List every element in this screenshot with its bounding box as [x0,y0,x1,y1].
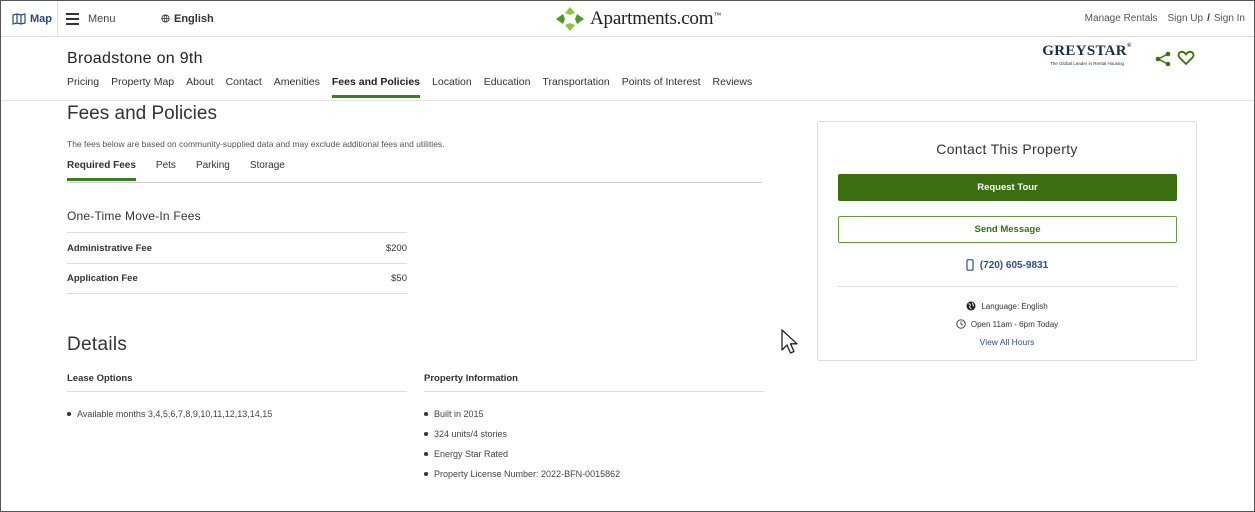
sign-in-link[interactable]: Sign In [1214,13,1245,24]
fee-value: $50 [391,273,407,284]
globe-icon [966,301,976,311]
request-tour-button[interactable]: Request Tour [838,174,1177,201]
manage-rentals-link[interactable]: Manage Rentals [1085,13,1158,24]
view-all-hours-link[interactable]: View All Hours [818,337,1196,347]
contact-panel: Contact This Property Request Tour Send … [817,121,1197,361]
language-text: Language: English [981,301,1048,311]
phone-icon [966,259,974,271]
fee-name: Application Fee [67,273,138,284]
fee-name: Administrative Fee [67,242,152,254]
map-label: Map [30,12,52,25]
list-item: Built in 2015 [424,404,764,424]
hours-info: Open 11am - 6pm Today [818,319,1196,329]
mouse-cursor-icon [781,329,798,354]
nav-item-fees-and-policies[interactable]: Fees and Policies [331,76,421,98]
share-icon[interactable] [1155,51,1171,67]
fee-tabs: Required Fees Pets Parking Storage [67,160,285,181]
apartments-logo-icon [556,7,584,31]
nav-item-transportation[interactable]: Transportation [542,76,609,98]
phone-link[interactable]: (720) 605-9831 [818,259,1196,271]
list-item: Energy Star Rated [424,444,764,464]
nav-item-pricing[interactable]: Pricing [67,76,99,98]
fees-description: The fees below are based on community-su… [67,139,445,149]
language-label: English [174,12,214,25]
brand-trademark: ® [1126,43,1132,49]
nav-item-location[interactable]: Location [432,76,472,98]
fees-title: Fees and Policies [67,103,217,124]
hours-text: Open 11am - 6pm Today [970,319,1059,329]
nav-item-property-map[interactable]: Property Map [111,76,174,98]
details-title: Details [67,334,128,355]
account-links: Manage Rentals Sign Up / Sign In [1085,0,1245,37]
property-info-heading: Property Information [424,373,764,392]
sign-up-link[interactable]: Sign Up [1168,13,1204,24]
nav-item-points-of-interest[interactable]: Points of Interest [622,76,701,98]
menu-label: Menu [88,12,116,25]
phone-number: (720) 605-9831 [979,259,1049,271]
fee-table: Administrative Fee $200 Application Fee … [67,232,407,294]
menu-button[interactable]: Menu [66,0,116,37]
fee-tabs-divider [67,182,762,183]
brand-tagline: The Global Leader in Rental Housing [1049,61,1125,66]
list-item: 324 units/4 stories [424,424,764,444]
map-button[interactable]: Map [8,0,58,37]
tab-pets[interactable]: Pets [156,160,176,181]
contact-divider [838,286,1177,287]
nav-item-about[interactable]: About [186,76,213,98]
separator: / [1207,13,1210,24]
clock-icon [956,319,966,329]
logo-text: Apartments.com [590,8,714,29]
greystar-logo[interactable]: GREYSTAR® The Global Leader in Rental Ho… [1041,43,1133,66]
tab-required-fees[interactable]: Required Fees [67,160,136,181]
site-logo[interactable]: Apartments.com ™ [555,6,721,32]
heart-icon[interactable] [1177,49,1195,67]
language-info: Language: English [818,301,1196,311]
header-divider [0,100,1255,101]
list-item: Property License Number: 2022-BFN-001586… [424,464,764,484]
property-nav: Pricing Property Map About Contact Amenities… [67,76,752,98]
brand-name: GREYSTAR [1042,43,1127,59]
property-information: Property Information Built in 2015 324 u… [424,373,764,484]
globe-icon [161,14,170,23]
hamburger-icon [66,12,79,25]
property-name: Broadstone on 9th [67,50,203,67]
nav-item-contact[interactable]: Contact [226,76,262,98]
language-button[interactable]: English [161,0,214,37]
lease-options: Lease Options Available months 3,4,5,6,7… [67,373,407,424]
logo-trademark: ™ [713,10,722,20]
nav-item-amenities[interactable]: Amenities [274,76,320,98]
lease-options-heading: Lease Options [67,373,407,392]
send-message-button[interactable]: Send Message [838,216,1177,243]
nav-item-education[interactable]: Education [484,76,531,98]
contact-title: Contact This Property [936,141,1078,157]
tab-parking[interactable]: Parking [196,160,230,181]
move-in-fees-title: One-Time Move-In Fees [67,209,201,223]
map-icon [12,12,26,25]
nav-item-reviews[interactable]: Reviews [713,76,753,98]
fee-value: $200 [385,242,407,254]
list-item: Available months 3,4,5,6,7,8,9,10,11,12,… [67,404,407,424]
fee-row: Administrative Fee $200 [67,232,407,263]
fee-row: Application Fee $50 [67,263,407,294]
tab-storage[interactable]: Storage [250,160,285,181]
top-bar: Map Menu English Apartments.com ™ Manage … [0,0,1255,37]
